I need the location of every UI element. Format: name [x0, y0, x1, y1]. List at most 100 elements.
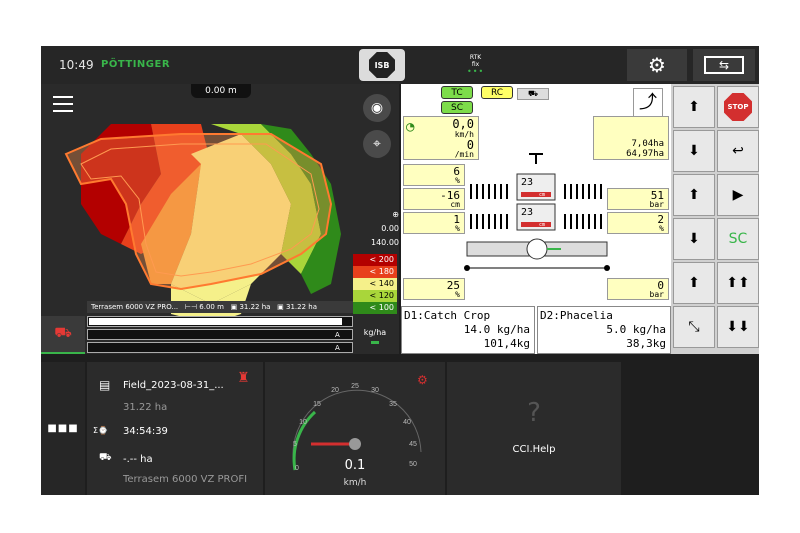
field-name: Field_2023-08-31_...	[123, 380, 224, 391]
pressure-box-2: 0 bar	[607, 278, 669, 300]
tick-label: 15	[313, 401, 321, 408]
rate-unit-label: kg/ha	[363, 328, 387, 337]
area-total-icon: ▣	[277, 303, 284, 311]
d1-rate: 14.0 kg/ha	[463, 323, 530, 336]
back-arrow-icon: ↩	[732, 143, 744, 159]
d2-total: 38,3kg	[626, 337, 666, 350]
tick-label: 5	[293, 441, 297, 448]
stop-button[interactable]: STOP	[717, 86, 759, 128]
field-area: 31.22 ha	[123, 402, 168, 413]
field-widget[interactable]: ▤ Field_2023-08-31_... ♜ 31.22 ha Σ⌚ 34:…	[87, 362, 263, 495]
implement-name: Terrasem 6000 VZ PROFI	[123, 474, 248, 485]
legend-row: < 140	[353, 278, 397, 290]
softkey-next-page[interactable]: ▶	[717, 174, 759, 216]
legend-value-min: 0.00	[381, 224, 399, 233]
tick-label: 45	[409, 441, 417, 448]
empty-widget-slot	[623, 362, 759, 495]
swap-view-button[interactable]: ⇆	[693, 49, 755, 81]
coverage-map	[64, 124, 341, 324]
d2-title: D2:Phacelia	[540, 309, 613, 322]
rtk-dots: •••	[467, 67, 485, 76]
speed-gauge: 0 5 10 15 20 25 30 35 40 45 50 ⚙	[292, 373, 428, 472]
isobus-panel: TC RC SC ⛟ ⤴ ◔ 0,0 km/h 0 /min 6 % -16 c…	[401, 84, 759, 354]
stop-icon: STOP	[724, 93, 752, 121]
clock: 10:49	[59, 58, 94, 72]
legend-row: < 120	[353, 290, 397, 302]
eye-icon[interactable]: ◉	[363, 94, 391, 122]
widget-bar: ■■■ ▤ Field_2023-08-31_... ♜ 31.22 ha Σ⌚…	[41, 362, 759, 495]
section-label: A	[335, 331, 340, 339]
d2-rate: 5.0 kg/ha	[606, 323, 666, 336]
pct-unit-3: %	[455, 290, 460, 299]
dosing-row-d2: D2:Phacelia 5.0 kg/ha 38,3kg	[537, 306, 671, 354]
softkey-seed-up[interactable]: ⬆	[673, 86, 715, 128]
pct-box-3: 25 %	[403, 278, 465, 300]
unit-indicator	[371, 341, 379, 344]
area-value-2: 31.22 ha	[286, 303, 318, 311]
area-value-1: 31.22 ha	[239, 303, 271, 311]
tick-label: 35	[389, 401, 397, 408]
hopper-2-value: 23	[521, 207, 534, 218]
settings-button[interactable]: ⚙	[627, 49, 687, 81]
section-labels: A A A	[335, 316, 340, 355]
section-bar	[87, 342, 353, 353]
speedometer-widget[interactable]: 0 5 10 15 20 25 30 35 40 45 50 ⚙ 0.1 km/…	[265, 362, 445, 495]
softkey-column: ⬆ STOP ⬇ ↩ ⬆ ▶ ⬇ SC ⬆ ⬆⬆ ⤡ ⬇⬇	[671, 84, 759, 354]
help-widget[interactable]: ? CCI.Help	[447, 362, 621, 495]
dots-icon: ■■■	[47, 423, 79, 434]
working-width: 6.00 m	[199, 303, 224, 311]
distance-indicator: 0.00 m	[191, 84, 251, 98]
section-label: A	[335, 318, 340, 326]
legend-row: < 200	[353, 254, 397, 266]
gear-icon: ⚙	[648, 53, 666, 77]
rate-legend: < 200 < 180 < 140 < 120 < 100	[353, 254, 397, 314]
softkey-rate-up[interactable]: ⬆	[673, 174, 715, 216]
brand-logo: PÖTTINGER	[101, 59, 171, 70]
hopper-2-unit: cm	[539, 222, 546, 228]
sum-timer-icon: Σ⌚	[93, 426, 109, 435]
hopper-1-unit: cm	[539, 192, 546, 198]
isobus-main-mask: TC RC SC ⛟ ⤴ ◔ 0,0 km/h 0 /min 6 % -16 c…	[401, 84, 671, 354]
swap-icon: ⇆	[704, 56, 744, 74]
width-icon: ⊢⊣	[184, 303, 198, 311]
tick-label: 20	[331, 387, 339, 394]
seeder-diagram	[464, 153, 610, 271]
softkey-marker-up[interactable]: ⬆⬆	[717, 262, 759, 304]
rtk-label: RTK	[469, 54, 482, 61]
machine-name: Terrasem 6000 VZ PRO...	[91, 303, 179, 311]
tick-label: 40	[403, 419, 411, 426]
question-icon: ?	[527, 398, 541, 428]
implement-area: -.-- ha	[123, 454, 153, 465]
legend-value-max: 140.00	[371, 238, 399, 247]
back-button[interactable]: ↩	[717, 130, 759, 172]
section-control-button[interactable]: SC	[717, 218, 759, 260]
terminal-screen: 10:49 PÖTTINGER ISB RTK fix ••• ⚙ ⇆ 0.00…	[41, 46, 759, 495]
isb-icon: ISB	[369, 52, 395, 78]
softkey-lift-up[interactable]: ⬆	[673, 262, 715, 304]
legend-row: < 100	[353, 302, 397, 314]
speed-unit: km/h	[343, 478, 367, 488]
isb-button[interactable]: ISB	[359, 49, 405, 81]
menu-button[interactable]	[53, 96, 73, 112]
speed-settings-icon: ⚙	[417, 373, 428, 387]
d1-title: D1:Catch Crop	[404, 309, 491, 322]
help-label: CCI.Help	[512, 444, 556, 455]
widget-menu-button[interactable]: ■■■	[41, 362, 85, 495]
tick-label: 30	[371, 387, 379, 394]
map-panel[interactable]: 0.00 m ◉ ⌖ ⊕ 0.00 140.00 < 200 < 180 < 1…	[41, 84, 399, 354]
legend-side-values: ⊕ 0.00 140.00	[357, 208, 399, 250]
d1-total: 101,4kg	[483, 337, 530, 350]
implement-icon[interactable]: ⛟	[41, 316, 85, 354]
hopper-1-value: 23	[521, 177, 534, 188]
compass-icon[interactable]: ⌖	[363, 130, 391, 158]
section-bar	[87, 329, 353, 340]
dosing-row-d1: D1:Catch Crop 14.0 kg/ha 101,4kg	[401, 306, 535, 354]
section-label: A	[335, 344, 340, 352]
softkey-tramline[interactable]: ⤡	[673, 306, 715, 348]
softkey-seed-down[interactable]: ⬇	[673, 130, 715, 172]
section-bar	[87, 316, 353, 327]
softkey-rate-down[interactable]: ⬇	[673, 218, 715, 260]
rate-unit: kg/ha	[353, 316, 397, 354]
top-bar: 10:49 PÖTTINGER ISB RTK fix ••• ⚙ ⇆	[41, 46, 759, 84]
softkey-marker-down[interactable]: ⬇⬇	[717, 306, 759, 348]
